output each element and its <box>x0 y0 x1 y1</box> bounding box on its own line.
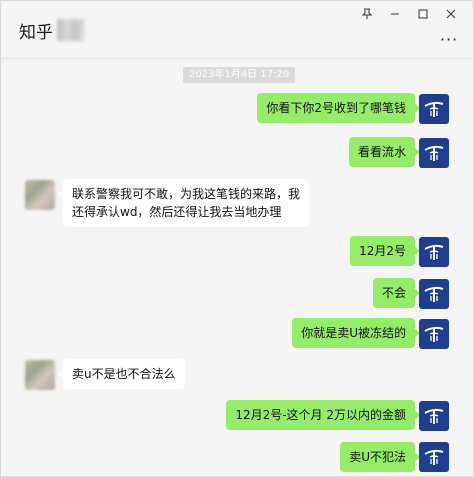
pin-icon[interactable] <box>353 5 381 23</box>
avatar-logo-icon <box>424 449 444 465</box>
message-bubble-received[interactable]: 卖u不是也不合法么 <box>58 359 185 389</box>
message-bubble-sent[interactable]: 看看流水 <box>348 137 421 167</box>
my-avatar[interactable] <box>419 442 449 472</box>
avatar-logo-icon <box>424 145 444 161</box>
message-bubble-sent[interactable]: 不会 <box>372 278 421 308</box>
avatar-logo-icon <box>424 101 444 117</box>
close-icon[interactable] <box>437 5 465 23</box>
my-avatar[interactable] <box>419 138 449 168</box>
message-bubble-sent[interactable]: 12月2号-这个月 2万以内的金额 <box>226 400 420 430</box>
message-bubble-sent[interactable]: 12月2号 <box>350 236 420 266</box>
message-bubble-sent[interactable]: 你就是卖U被冻结的 <box>292 318 420 348</box>
avatar-logo-icon <box>424 244 444 260</box>
message-timestamp: 2023年1月4日 17:20 <box>183 67 296 83</box>
title-bar: 知乎 ··· <box>1 1 473 59</box>
message-list[interactable]: 2023年1月4日 17:20 你看下你2号收到了哪笔钱 看看流水 联系警察我可… <box>1 60 473 476</box>
more-options-button[interactable]: ··· <box>439 30 459 49</box>
maximize-icon[interactable] <box>409 5 437 23</box>
avatar-logo-icon <box>424 286 444 302</box>
chat-title: 知乎 <box>19 23 53 43</box>
window-controls <box>353 5 465 25</box>
minimize-icon[interactable] <box>381 5 409 23</box>
contact-avatar[interactable] <box>25 180 55 210</box>
message-bubble-received[interactable]: 联系警察我可不敢，为我这笔钱的来路，我还得承认wd，然后还得让我去当地办理 <box>58 179 309 227</box>
my-avatar[interactable] <box>419 401 449 431</box>
scrollbar[interactable] <box>468 61 472 473</box>
message-bubble-sent[interactable]: 你看下你2号收到了哪笔钱 <box>257 93 420 123</box>
chat-window: 知乎 ··· 2023年1月4日 17:20 你看下你2号收到了哪笔钱 看看流水 <box>0 0 474 477</box>
avatar-logo-icon <box>424 326 444 342</box>
blurred-name <box>57 19 85 41</box>
contact-avatar[interactable] <box>25 360 55 390</box>
my-avatar[interactable] <box>419 319 449 349</box>
message-bubble-sent[interactable]: 卖U不犯法 <box>340 442 420 472</box>
my-avatar[interactable] <box>419 94 449 124</box>
my-avatar[interactable] <box>419 237 449 267</box>
avatar-logo-icon <box>424 408 444 424</box>
my-avatar[interactable] <box>419 279 449 309</box>
